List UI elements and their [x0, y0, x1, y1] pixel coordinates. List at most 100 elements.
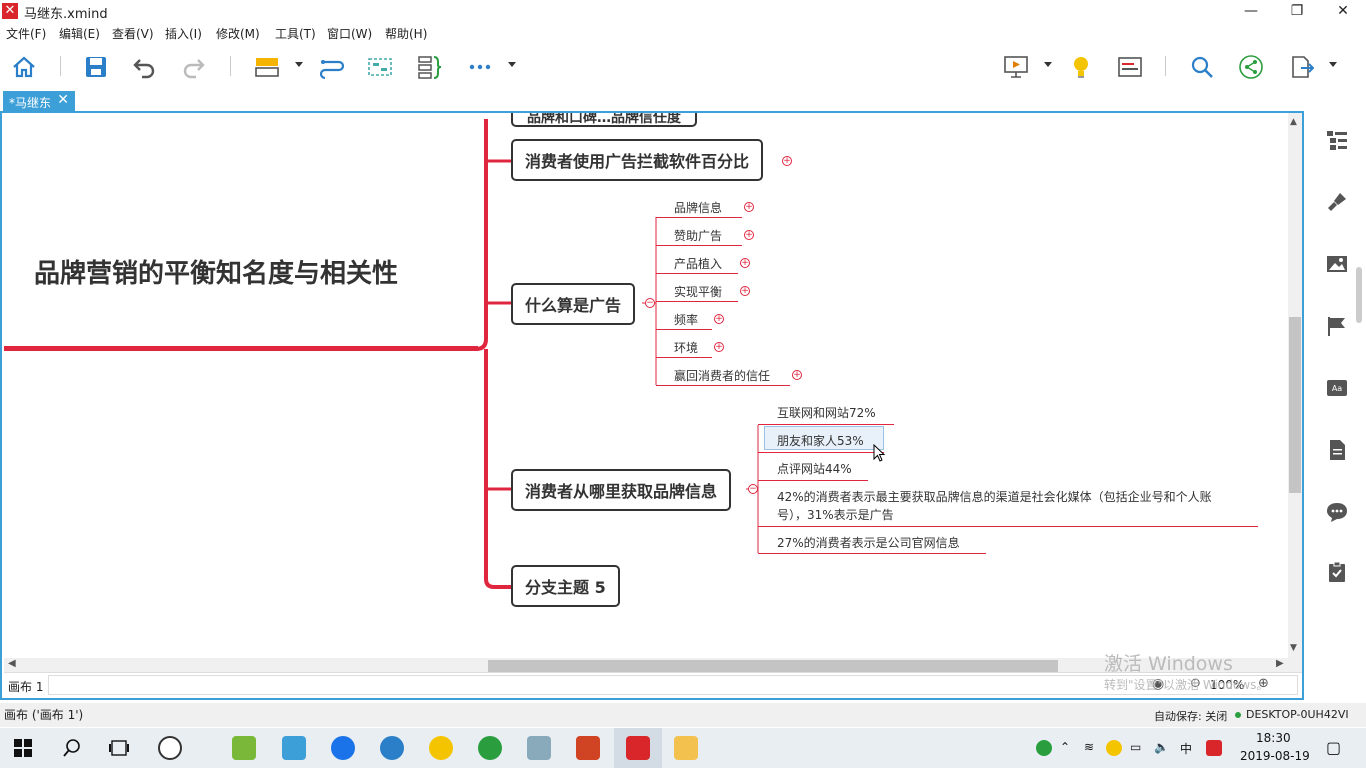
expand-icon[interactable]: + [744, 230, 754, 240]
sheet-tab[interactable]: 画布 1 [8, 678, 43, 695]
topic-dropdown-caret[interactable] [295, 62, 303, 67]
xmind-icon[interactable] [626, 736, 650, 760]
topic-where-info[interactable]: 消费者从哪里获取品牌信息 [511, 469, 732, 511]
wechat-icon[interactable] [478, 736, 502, 760]
browser-icon[interactable] [331, 736, 355, 760]
iqiyi-icon[interactable] [232, 736, 256, 760]
vertical-scroll-thumb[interactable] [1289, 317, 1301, 493]
relationship-icon[interactable] [319, 54, 345, 80]
share-icon[interactable] [1238, 54, 1264, 80]
tab-close-icon[interactable]: ✕ [57, 92, 69, 108]
scroll-right-icon[interactable]: ▶ [1276, 658, 1284, 669]
expand-icon[interactable]: + [792, 370, 802, 380]
subtopic-balance[interactable]: 实现平衡 [674, 283, 722, 300]
scroll-up-icon[interactable]: ▲ [1290, 117, 1297, 127]
menu-edit[interactable]: 编辑(E) [59, 25, 100, 42]
undo-icon[interactable] [132, 54, 158, 80]
volume-icon[interactable]: 🔈 [1154, 740, 1169, 754]
subtopic-social-media-line1[interactable]: 42%的消费者表示最主要获取品牌信息的渠道是社会化媒体（包括企业号和个人账 [777, 488, 1212, 505]
menu-modify[interactable]: 修改(M) [216, 25, 260, 42]
topic-branch5[interactable]: 分支主题 5 [511, 565, 620, 607]
wifi-icon[interactable]: ≋ [1084, 740, 1094, 754]
more-dropdown-caret[interactable] [508, 62, 516, 67]
expand-icon[interactable]: + [744, 202, 754, 212]
ime-indicator[interactable]: 中 [1180, 740, 1192, 757]
search-icon[interactable] [62, 738, 82, 758]
export-icon[interactable] [1288, 54, 1314, 80]
windows-start-icon[interactable] [14, 739, 32, 757]
expand-icon[interactable]: + [714, 314, 724, 324]
subtopic-frequency[interactable]: 频率 [674, 311, 698, 328]
menu-insert[interactable]: 插入(I) [165, 25, 202, 42]
central-topic[interactable]: 品牌营销的平衡知名度与相关性 [34, 253, 398, 290]
app-plus-icon[interactable] [429, 736, 453, 760]
horizontal-scroll-thumb[interactable] [488, 660, 1058, 672]
label-aa-icon[interactable]: Aa [1326, 377, 1348, 399]
kugou-icon[interactable] [380, 736, 404, 760]
close-button[interactable]: ✕ [1320, 0, 1366, 22]
collapse-icon[interactable]: − [645, 298, 655, 308]
subtopic-review-sites[interactable]: 点评网站44% [777, 460, 852, 477]
minimize-button[interactable]: — [1228, 0, 1274, 22]
more-icon[interactable] [467, 54, 493, 80]
image-panel-icon[interactable] [1326, 253, 1348, 275]
document-tab[interactable]: *马继东 ✕ [3, 91, 75, 112]
expand-icon[interactable]: + [714, 342, 724, 352]
export-dropdown-caret[interactable] [1329, 62, 1337, 67]
subtopic-friends-family[interactable]: 朋友和家人53% [777, 432, 864, 449]
subtopic-environment[interactable]: 环境 [674, 339, 698, 356]
menu-window[interactable]: 窗口(W) [327, 25, 372, 42]
lightbulb-icon[interactable] [1068, 54, 1094, 80]
expand-icon[interactable]: + [740, 258, 750, 268]
boundary-icon[interactable] [367, 54, 393, 80]
redo-icon[interactable] [180, 54, 206, 80]
outline-view-icon[interactable] [1117, 54, 1143, 80]
mindmap-canvas[interactable]: 品牌营销的平衡知名度与相关性 品牌和口碑…品牌信任度 消费者使用广告拦截软件百分… [0, 111, 1304, 700]
vertical-scrollbar[interactable]: ▲ ▼ [1288, 113, 1302, 658]
powerpoint-icon[interactable] [576, 736, 600, 760]
subtopic-social-media-line2[interactable]: 号），31%表示是广告 [777, 506, 894, 523]
menu-help[interactable]: 帮助(H) [385, 25, 427, 42]
subtopic-official-site[interactable]: 27%的消费者表示是公司官网信息 [777, 534, 960, 551]
panel-scrollbar[interactable] [1356, 267, 1362, 323]
subtopic-internet[interactable]: 互联网和网站72% [777, 404, 876, 421]
expand-icon[interactable]: + [782, 156, 792, 166]
comments-icon[interactable] [1326, 501, 1348, 523]
restore-button[interactable]: ❐ [1274, 0, 1320, 22]
format-brush-icon[interactable] [1326, 191, 1348, 213]
scroll-down-icon[interactable]: ▼ [1290, 643, 1297, 653]
battery-icon[interactable]: ▭ [1130, 740, 1141, 754]
topic-ad-blocker[interactable]: 消费者使用广告拦截软件百分比 [511, 139, 764, 181]
summary-icon[interactable] [417, 54, 443, 80]
clock-date[interactable]: 2019-08-19 [1240, 749, 1310, 763]
topic-what-is-ad[interactable]: 什么算是广告 [511, 283, 636, 325]
file-explorer-icon[interactable] [674, 736, 698, 760]
subtopic-brand-info[interactable]: 品牌信息 [674, 199, 722, 216]
collapse-icon[interactable]: − [748, 484, 758, 494]
subtopic-product-placement[interactable]: 产品植入 [674, 255, 722, 272]
app-pinwheel-icon[interactable] [158, 736, 182, 760]
sogou-ime-icon[interactable] [1206, 740, 1222, 756]
status-autosave[interactable]: 自动保存: 关闭 [1154, 708, 1227, 724]
pdf-reader-icon[interactable] [282, 736, 306, 760]
outline-panel-icon[interactable] [1326, 129, 1348, 151]
notes-icon[interactable] [1326, 439, 1348, 461]
presentation-icon[interactable] [1003, 54, 1029, 80]
notification-icon[interactable]: ▢ [1326, 738, 1341, 757]
menu-file[interactable]: 文件(F) [6, 25, 46, 42]
menu-tools[interactable]: 工具(T) [275, 25, 316, 42]
menu-view[interactable]: 查看(V) [112, 25, 154, 42]
topic-partial-top[interactable]: 品牌和口碑…品牌信任度 [511, 113, 697, 127]
app-notes-icon[interactable] [527, 736, 551, 760]
save-icon[interactable] [83, 54, 109, 80]
topic-icon[interactable] [254, 54, 280, 80]
tray-expand-icon[interactable]: ⌃ [1060, 740, 1070, 754]
subtopic-regain-trust[interactable]: 赢回消费者的信任 [674, 367, 770, 384]
task-view-icon[interactable] [108, 738, 130, 758]
home-icon[interactable] [11, 54, 37, 80]
scroll-left-icon[interactable]: ◀ [8, 658, 16, 669]
presentation-dropdown-caret[interactable] [1044, 62, 1052, 67]
tray-security-icon[interactable] [1036, 740, 1052, 756]
search-icon[interactable] [1189, 54, 1215, 80]
clock-time[interactable]: 18:30 [1256, 731, 1291, 745]
